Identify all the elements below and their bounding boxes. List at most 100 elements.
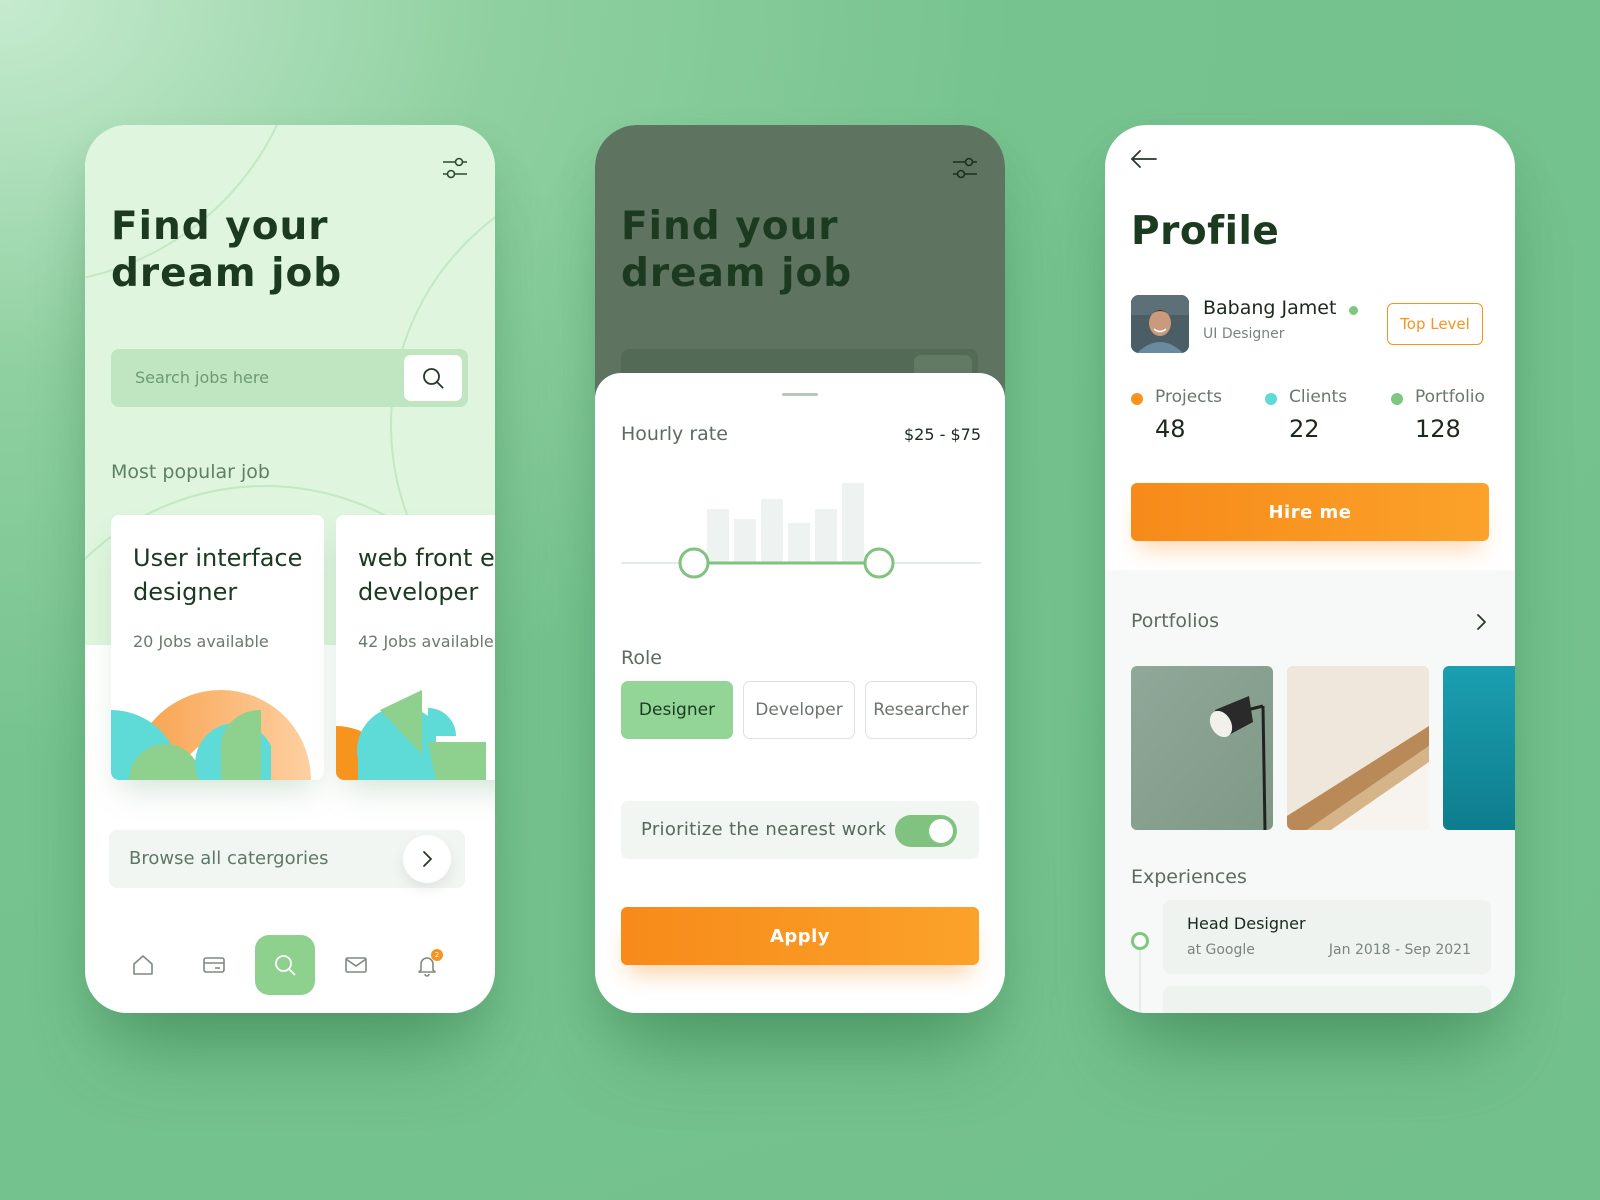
hire-me-button[interactable]: Hire me [1131,483,1489,541]
back-arrow-icon[interactable] [1129,147,1159,171]
job-title-line: developer [358,578,479,606]
range-handle-max[interactable] [863,547,895,579]
stat-label: Portfolio [1415,387,1485,407]
role-chip-developer[interactable]: Developer [743,681,855,739]
stat-label: Clients [1289,387,1348,407]
portfolios-title: Portfolios [1131,610,1220,632]
portfolio-thumbnail[interactable] [1443,666,1515,830]
title-line: Find your [111,204,329,249]
timeline-dot [1131,932,1149,950]
apply-button[interactable]: Apply [621,907,979,965]
teal-image [1443,666,1515,830]
experience-dates: Jan 2018 - Sep 2021 [1328,942,1471,958]
timeline-line [1139,940,1141,1013]
nav-search[interactable] [255,935,315,995]
job-card[interactable]: web front end developer 42 Jobs availabl… [336,515,495,780]
nav-notifications[interactable]: 2 [397,935,457,995]
lamp-image [1131,666,1273,830]
profile-details: Portfolios Experiences Head Designer at … [1105,570,1515,1013]
search-button[interactable] [404,355,462,401]
portfolio-thumbnail[interactable] [1287,666,1429,830]
level-badge: Top Level [1387,303,1483,345]
filter-icon[interactable] [951,155,979,181]
page-title: Profile [1131,209,1280,254]
search-screen: Find your dream job Search jobs here Mos… [85,125,495,1013]
role-chip-designer[interactable]: Designer [621,681,733,739]
avatar[interactable] [1131,295,1189,353]
prioritize-row: Prioritize the nearest work [621,801,979,859]
stat-value: 128 [1415,415,1461,443]
role-label: Role [621,647,662,669]
job-title: web front end developer [358,541,495,609]
online-status-dot [1349,306,1358,315]
stat-label: Projects [1155,387,1223,407]
filter-sheet: Hourly rate $25 - $75 Role Designer Deve… [595,373,1005,1013]
browse-arrow-button[interactable] [403,835,451,883]
job-count: 20 Jobs available [133,632,269,651]
search-placeholder: Search jobs here [135,368,269,387]
job-title: User interface designer [133,541,302,609]
wood-image [1287,666,1429,830]
job-title-line: web front end [358,544,495,572]
stat-value: 48 [1155,415,1186,443]
job-card[interactable]: User interface designer 20 Jobs availabl… [111,515,324,780]
hourly-rate-label: Hourly rate [621,423,728,445]
experience-company: at Google [1187,942,1255,958]
experience-title: Head Designer [1187,914,1306,933]
chevron-right-icon[interactable] [1473,612,1491,632]
job-illustration [336,690,486,780]
experience-card[interactable]: Head Designer at Google Jan 2018 - Sep 2… [1163,900,1491,974]
page-title: Find your dream job [621,203,852,297]
histogram-bar [761,499,783,563]
user-name: Babang Jamet [1203,297,1337,319]
filter-icon[interactable] [441,155,469,181]
nav-wallet[interactable] [184,935,244,995]
toggle-knob [929,819,953,843]
search-icon [275,955,296,976]
nav-mail[interactable] [326,935,386,995]
rate-histogram [621,483,981,579]
page-title: Find your dream job [111,203,342,297]
sheet-handle[interactable] [782,393,818,396]
user-role: UI Designer [1203,326,1285,342]
experiences-title: Experiences [1131,866,1247,888]
chevron-right-icon [423,851,432,867]
histogram-bar [788,523,810,563]
job-illustration [111,690,311,780]
portfolio-thumbnail[interactable] [1131,666,1273,830]
mail-icon [345,957,367,973]
stat-dot [1265,393,1277,405]
histogram-bar [842,483,864,563]
title-line: Find your [621,204,839,249]
bottom-nav: 2 [85,935,495,995]
search-icon [423,368,444,389]
hourly-rate-value: $25 - $75 [903,425,981,444]
job-count: 42 Jobs available [358,632,494,651]
histogram-bar [815,509,837,563]
filter-screen: Find your dream job Hourly rate $25 - $7… [595,125,1005,1013]
profile-screen: Profile Babang Jamet UI Designer Top Lev… [1105,125,1515,1013]
experience-card[interactable] [1163,986,1491,1013]
prioritize-toggle[interactable] [895,815,957,847]
nav-home[interactable] [113,935,173,995]
job-title-line: designer [133,578,238,606]
search-input[interactable]: Search jobs here [111,349,468,407]
notification-badge: 2 [431,949,443,961]
stat-value: 22 [1289,415,1320,443]
browse-label: Browse all catergories [129,848,329,869]
range-handle-min[interactable] [678,547,710,579]
job-title-line: User interface [133,544,303,572]
stat-dot [1131,393,1143,405]
title-line: dream job [621,251,853,296]
histogram-bar [707,509,729,563]
histogram-bar [734,519,756,563]
section-title: Most popular job [111,461,270,483]
stat-dot [1391,393,1403,405]
role-chip-researcher[interactable]: Researcher [865,681,977,739]
home-icon [133,955,153,975]
avatar-image [1131,295,1189,353]
title-line: dream job [111,251,343,296]
prioritize-label: Prioritize the nearest work [641,819,887,840]
card-icon [203,957,225,973]
browse-categories-button[interactable]: Browse all catergories [109,830,465,888]
